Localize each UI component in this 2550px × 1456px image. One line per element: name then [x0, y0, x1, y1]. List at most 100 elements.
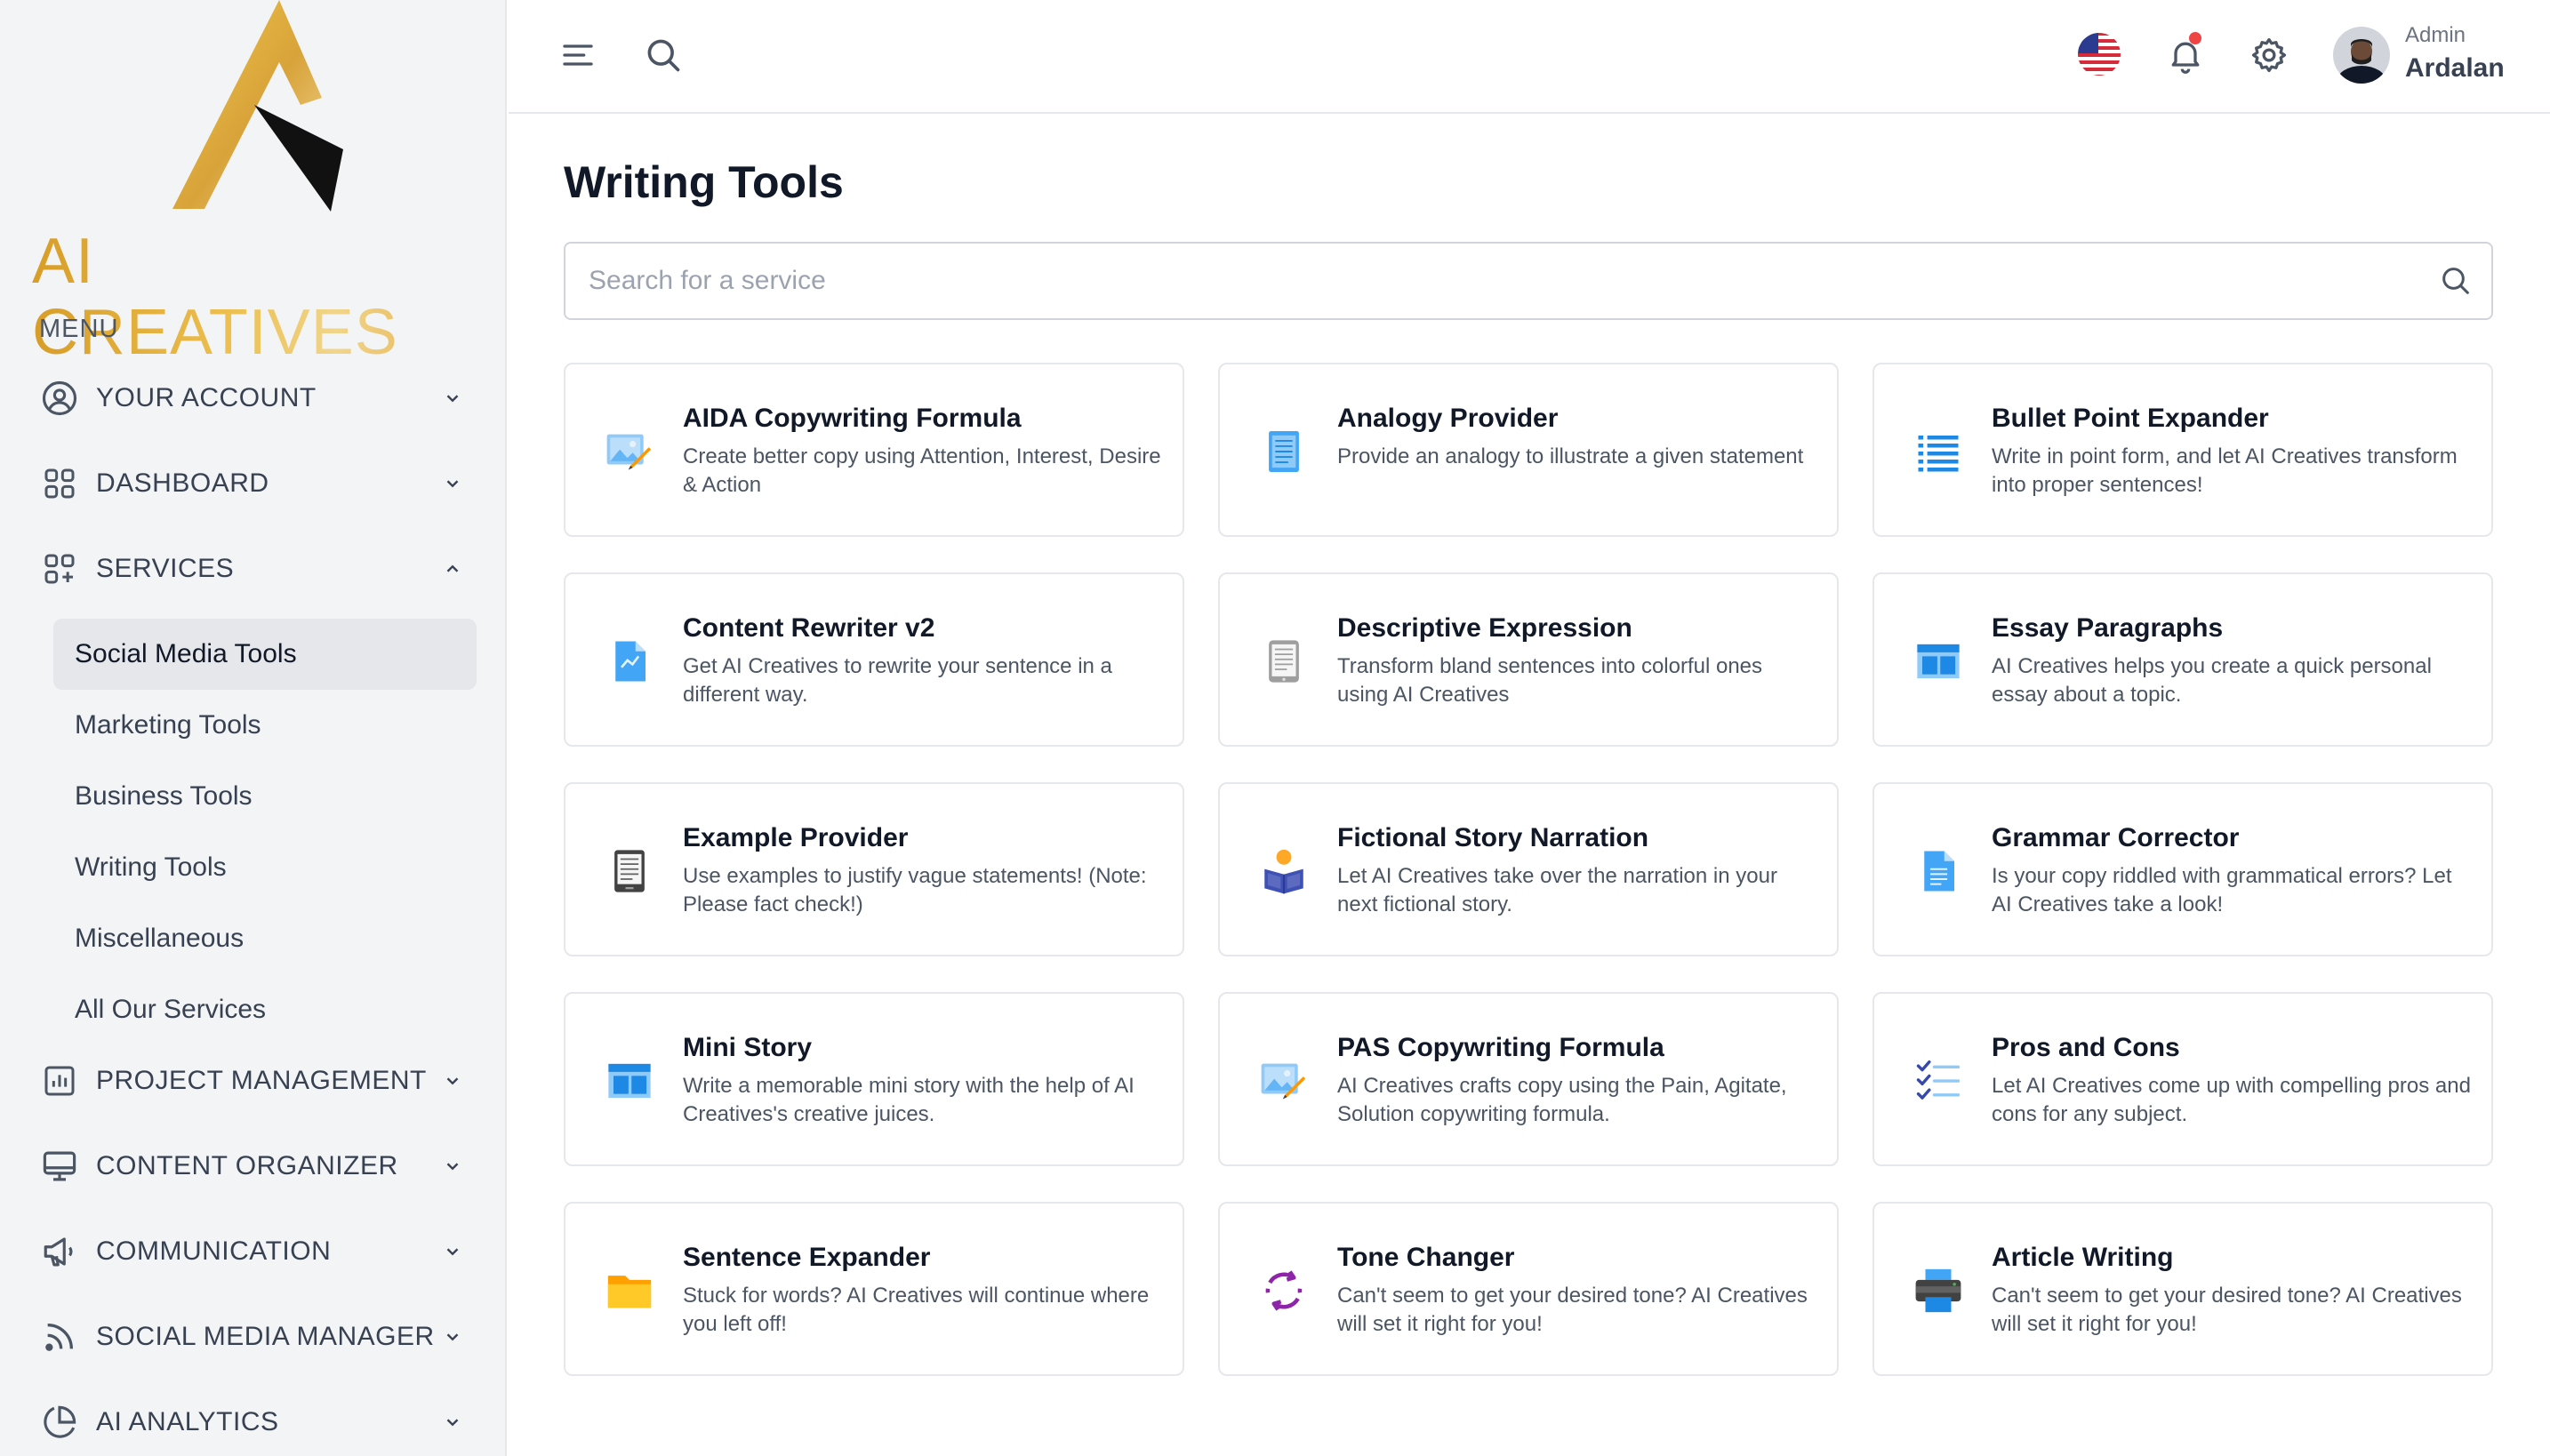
service-card-title: Article Writing: [1992, 1243, 2174, 1272]
reading-person-icon: [1257, 844, 1311, 898]
search-icon[interactable]: [2438, 263, 2474, 299]
service-card-bullet-point-expander[interactable]: Bullet Point Expander Write in point for…: [1872, 363, 2493, 537]
user-role: Admin: [2405, 23, 2466, 47]
sidebar-item-services[interactable]: SERVICES: [39, 542, 466, 596]
picture-pencil-icon: [603, 425, 656, 478]
sidebar-item-ai-analytics[interactable]: AI ANALYTICS: [39, 1396, 466, 1449]
service-card-title: Pros and Cons: [1992, 1033, 2180, 1062]
layout-window-icon: [603, 1054, 656, 1108]
notification-dot: [2189, 32, 2201, 44]
service-card-example-provider[interactable]: Example Provider Use examples to justify…: [564, 782, 1184, 956]
user-circle-icon: [39, 378, 80, 419]
user-name[interactable]: Ardalan: [2405, 53, 2505, 84]
sidebar-item-content-organizer[interactable]: CONTENT ORGANIZER: [39, 1140, 466, 1193]
chevron-down-icon: [439, 1238, 466, 1265]
service-card-description: AI Creatives crafts copy using the Pain,…: [1337, 1074, 1787, 1126]
avatar[interactable]: [2333, 27, 2390, 84]
service-card-fictional-story-narration[interactable]: Fictional Story Narration Let AI Creativ…: [1218, 782, 1839, 956]
sidebar-item-label: YOUR ACCOUNT: [96, 383, 317, 412]
sidebar: AI CREATIVES MENU YOUR ACCOUNT DASHBOARD…: [0, 0, 507, 1456]
logo-mark-icon: [172, 0, 343, 212]
service-card-description: Use examples to justify vague statements…: [683, 864, 1147, 916]
service-card-pas-copywriting-formula[interactable]: PAS Copywriting Formula AI Creatives cra…: [1218, 992, 1839, 1166]
monitor-icon: [39, 1146, 80, 1187]
service-card-pros-and-cons[interactable]: Pros and Cons Let AI Creatives come up w…: [1872, 992, 2493, 1166]
service-card-description: Create better copy using Attention, Inte…: [683, 444, 1161, 497]
service-card-description: Write in point form, and let AI Creative…: [1992, 444, 2458, 497]
service-card-mini-story[interactable]: Mini Story Write a memorable mini story …: [564, 992, 1184, 1166]
service-card-title: Sentence Expander: [683, 1243, 931, 1272]
service-card-description: Can't seem to get your desired tone? AI …: [1337, 1284, 1808, 1336]
chevron-up-icon: [439, 556, 466, 582]
chevron-down-icon: [439, 1153, 466, 1180]
submenu-item-all-our-services[interactable]: All Our Services: [53, 974, 477, 1045]
service-card-aida-copywriting-formula[interactable]: AIDA Copywriting Formula Create better c…: [564, 363, 1184, 537]
us-flag-icon[interactable]: [2075, 30, 2123, 78]
service-card-essay-paragraphs[interactable]: Essay Paragraphs AI Creatives helps you …: [1872, 572, 2493, 747]
sidebar-item-label: SOCIAL MEDIA MANAGER: [96, 1322, 435, 1351]
gear-icon[interactable]: [2244, 30, 2294, 80]
submenu-item-writing-tools[interactable]: Writing Tools: [53, 832, 477, 903]
tablet-document-icon: [1257, 635, 1311, 688]
checklist-icon: [1912, 1054, 1965, 1108]
picture-pencil-icon: [1257, 1054, 1311, 1108]
sidebar-item-your-account[interactable]: YOUR ACCOUNT: [39, 372, 466, 425]
service-card-article-writing[interactable]: Article Writing Can't seem to get your d…: [1872, 1202, 2493, 1376]
submenu-item-marketing-tools[interactable]: Marketing Tools: [53, 690, 477, 761]
service-card-title: Analogy Provider: [1337, 404, 1559, 433]
service-card-description: Let AI Creatives come up with compelling…: [1992, 1074, 2471, 1126]
service-card-descriptive-expression[interactable]: Descriptive Expression Transform bland s…: [1218, 572, 1839, 747]
service-card-grammar-corrector[interactable]: Grammar Corrector Is your copy riddled w…: [1872, 782, 2493, 956]
service-search: [564, 242, 2493, 320]
page-title: Writing Tools: [564, 157, 844, 207]
service-card-sentence-expander[interactable]: Sentence Expander Stuck for words? AI Cr…: [564, 1202, 1184, 1376]
refresh-arrows-icon: [1257, 1264, 1311, 1317]
sidebar-item-label: DASHBOARD: [96, 468, 269, 498]
chart-document-icon: [603, 635, 656, 688]
menu-label: MENU: [39, 315, 119, 343]
chevron-down-icon: [439, 1068, 466, 1094]
service-card-title: Fictional Story Narration: [1337, 823, 1649, 852]
submenu-item-social-media-tools[interactable]: Social Media Tools: [53, 619, 477, 690]
sidebar-item-project-management[interactable]: PROJECT MANAGEMENT: [39, 1054, 466, 1108]
submenu-item-business-tools[interactable]: Business Tools: [53, 761, 477, 832]
megaphone-icon: [39, 1231, 80, 1272]
service-search-input[interactable]: [565, 244, 2415, 318]
pie-chart-icon: [39, 1402, 80, 1443]
service-card-description: Let AI Creatives take over the narration…: [1337, 864, 1777, 916]
dashboard-grid-icon: [39, 463, 80, 504]
service-card-title: Bullet Point Expander: [1992, 404, 2269, 433]
sidebar-item-communication[interactable]: COMMUNICATION: [39, 1225, 466, 1278]
bar-chart-icon: [39, 1060, 80, 1101]
sidebar-item-dashboard[interactable]: DASHBOARD: [39, 457, 466, 510]
rss-icon: [39, 1316, 80, 1357]
hamburger-menu-icon[interactable]: [557, 34, 599, 76]
sidebar-item-label: CONTENT ORGANIZER: [96, 1151, 398, 1180]
service-card-title: Grammar Corrector: [1992, 823, 2240, 852]
sidebar-item-label: PROJECT MANAGEMENT: [96, 1066, 427, 1095]
brand-name: AI CREATIVES: [32, 226, 468, 368]
chevron-down-icon: [439, 470, 466, 497]
folder-icon: [603, 1264, 656, 1317]
service-card-description: Provide an analogy to illustrate a given…: [1337, 444, 1804, 468]
sidebar-item-social-media-manager[interactable]: SOCIAL MEDIA MANAGER: [39, 1310, 466, 1364]
chevron-down-icon: [439, 1409, 466, 1436]
sidebar-item-label: AI ANALYTICS: [96, 1407, 279, 1436]
submenu-item-miscellaneous[interactable]: Miscellaneous: [53, 903, 477, 974]
notepad-icon: [1257, 425, 1311, 478]
bell-icon[interactable]: [2161, 30, 2210, 80]
ebook-reader-icon: [603, 844, 656, 898]
printer-icon: [1912, 1264, 1965, 1317]
service-card-title: Mini Story: [683, 1033, 813, 1062]
service-card-description: Write a memorable mini story with the he…: [683, 1074, 1135, 1126]
text-document-icon: [1912, 844, 1965, 898]
service-card-analogy-provider[interactable]: Analogy Provider Provide an analogy to i…: [1218, 363, 1839, 537]
brand-logo[interactable]: AI CREATIVES: [32, 0, 468, 368]
service-card-content-rewriter-v2[interactable]: Content Rewriter v2 Get AI Creatives to …: [564, 572, 1184, 747]
service-card-title: Content Rewriter v2: [683, 613, 935, 643]
service-card-description: Is your copy riddled with grammatical er…: [1992, 864, 2452, 916]
bullet-list-icon: [1912, 425, 1965, 478]
search-icon[interactable]: [640, 32, 686, 78]
service-card-title: AIDA Copywriting Formula: [683, 404, 1022, 433]
service-card-tone-changer[interactable]: Tone Changer Can't seem to get your desi…: [1218, 1202, 1839, 1376]
